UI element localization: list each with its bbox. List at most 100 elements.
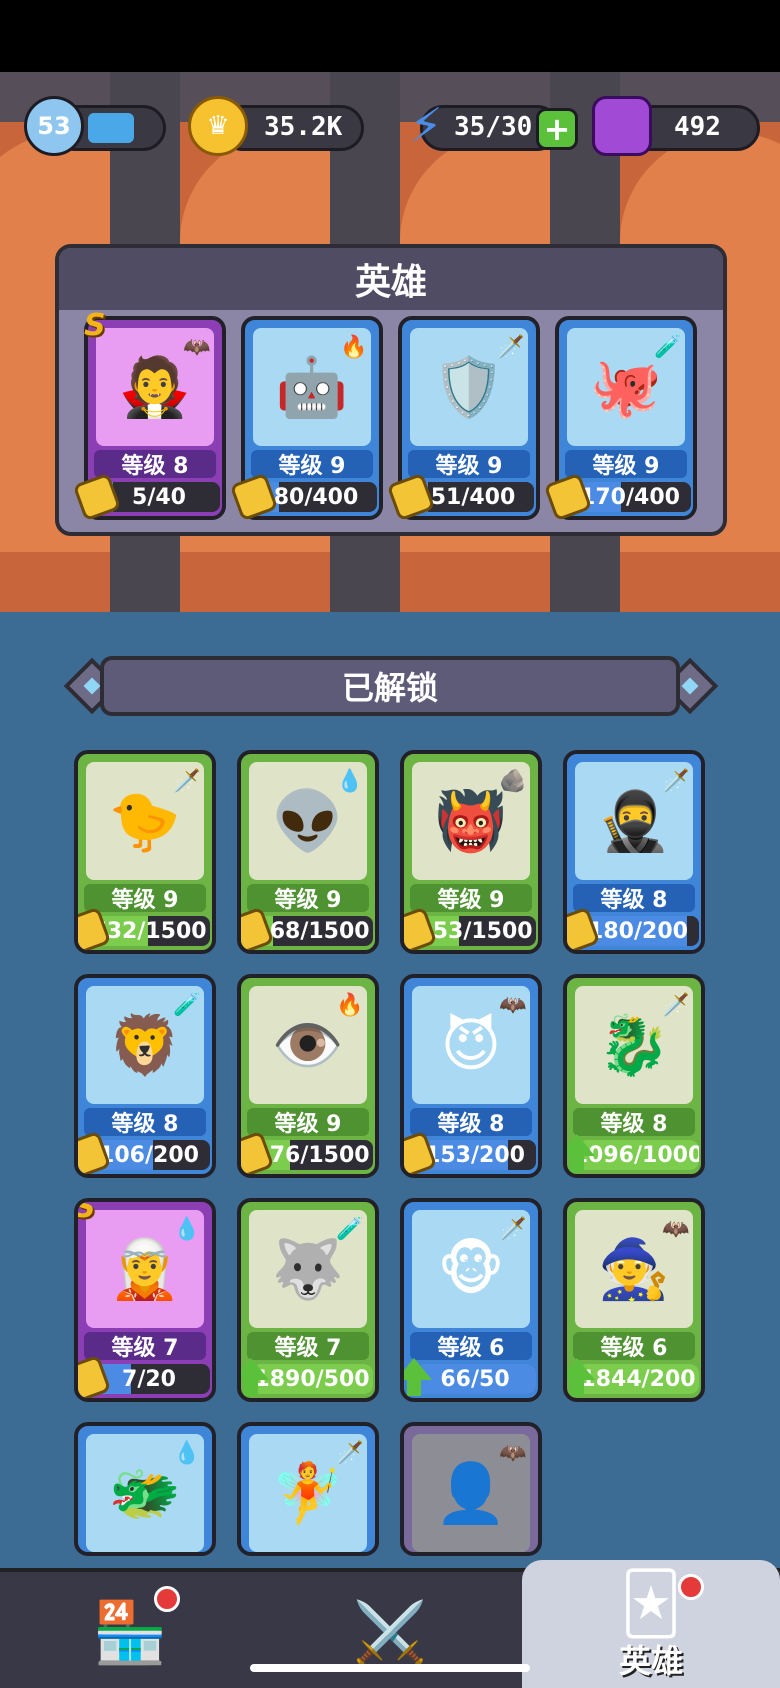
sword-class-icon: 🗡️ [497, 334, 525, 360]
hero-level: 等级 8 [573, 884, 695, 913]
hero-level: 等级 6 [410, 1332, 532, 1361]
nav-tab-heroes[interactable]: 🃏 英雄 [522, 1560, 780, 1688]
hero-level: 等级 9 [408, 450, 530, 479]
shard-progress-text: 5/40 [132, 484, 186, 510]
hero-card[interactable]: 🐤 🗡️ 等级 9 732/1500 [74, 750, 216, 954]
shard-progress-text: 80/400 [273, 484, 359, 510]
unlocked-title: 已解锁 [100, 656, 680, 716]
hero-card[interactable]: 🥷 🗡️ 等级 8 180/200 [563, 750, 705, 954]
player-level: 53 [37, 112, 71, 140]
hero-level: 等级 8 [84, 1108, 206, 1137]
puzzle-piece-icon [241, 1130, 275, 1174]
sword-class-icon: 🗡️ [336, 1440, 364, 1466]
rarity-badge: S [74, 1198, 96, 1225]
puzzle-piece-icon [78, 906, 112, 950]
upgrade-arrow-icon [567, 1134, 595, 1172]
bat-class-icon: 🦇 [499, 1440, 527, 1466]
hero-card[interactable]: 🐙 🧪 等级 9 170/400 [543, 316, 697, 522]
hero-cards-icon: 🃏 [620, 1569, 682, 1639]
heroes-notification-dot [678, 1574, 704, 1600]
hero-card[interactable]: 🐵 🗡️ 等级 6 66/50 [400, 1198, 542, 1402]
plus-icon: + [543, 110, 571, 148]
shard-progress-bar: 1890/500 [251, 1364, 373, 1394]
hero-card[interactable]: 🛡️ 🗡️ 等级 9 51/400 [386, 316, 540, 522]
water-class-icon: 💧 [173, 1216, 201, 1242]
hero-card[interactable]: 🦁 🧪 等级 8 106/200 [74, 974, 216, 1178]
hero-card[interactable]: 🐉 🗡️ 等级 8 1096/1000 [563, 974, 705, 1178]
water-class-icon: 💧 [173, 1440, 201, 1466]
shard-progress-text: 66/50 [440, 1366, 510, 1392]
puzzle-piece-icon [567, 906, 601, 950]
bat-class-icon: 🦇 [499, 992, 527, 1018]
add-energy-button[interactable]: + [536, 108, 578, 150]
hero-level: 等级 8 [410, 1108, 532, 1137]
shard-progress-text: 1890/500 [254, 1366, 370, 1392]
potion-class-icon: 🧪 [173, 992, 201, 1018]
fire-class-icon: 🔥 [336, 992, 364, 1018]
hero-level: 等级 6 [573, 1332, 695, 1361]
puzzle-piece-icon [78, 1130, 112, 1174]
nav-tab-heroes-label: 英雄 [618, 1642, 683, 1680]
hero-card[interactable]: 🧝 💧 S 等级 7 7/20 [74, 1198, 216, 1402]
puzzle-piece-icon [404, 1130, 438, 1174]
hero-card[interactable]: 👤 🦇 [400, 1422, 542, 1556]
nav-tab-shop[interactable]: 🏪 [40, 1572, 220, 1688]
shard-progress-bar: 1844/200 [577, 1364, 699, 1394]
sword-class-icon: 🗡️ [662, 992, 690, 1018]
energy-amount: 35/30 [454, 112, 533, 142]
upgrade-arrow-icon [404, 1358, 432, 1396]
shard-progress-bar: 66/50 [414, 1364, 536, 1394]
hero-card[interactable]: 🐲 💧 [74, 1422, 216, 1556]
hero-level: 等级 8 [573, 1108, 695, 1137]
sword-class-icon: 🗡️ [173, 768, 201, 794]
puzzle-piece-icon [241, 906, 275, 950]
upgrade-arrow-icon [241, 1358, 269, 1396]
team-panel-title: 英雄 [59, 248, 723, 310]
lightning-icon: ⚡ [409, 98, 443, 154]
fire-class-icon: 🔥 [340, 334, 368, 360]
water-class-icon: 💧 [336, 768, 364, 794]
gem-icon [592, 96, 652, 156]
hero-card[interactable]: 😈 🦇 等级 8 153/200 [400, 974, 542, 1178]
hero-card[interactable]: 👽 💧 等级 9 268/1500 [237, 750, 379, 954]
sword-class-icon: 🗡️ [499, 1216, 527, 1242]
shop-notification-dot [154, 1586, 180, 1612]
hero-avatar-icon: 🐵 [437, 1235, 505, 1303]
hero-card[interactable]: 👹 🪨 等级 9 553/1500 [400, 750, 542, 954]
hero-level: 等级 9 [84, 884, 206, 913]
rock-class-icon: 🪨 [499, 768, 527, 794]
hero-level: 等级 7 [84, 1332, 206, 1361]
potion-class-icon: 🧪 [654, 334, 682, 360]
hero-level: 等级 9 [247, 1108, 369, 1137]
home-indicator [250, 1664, 530, 1672]
hero-card[interactable]: 👁️ 🔥 等级 9 476/1500 [237, 974, 379, 1178]
hero-level: 等级 7 [247, 1332, 369, 1361]
hero-card[interactable]: 🤖 🔥 等级 9 80/400 [229, 316, 383, 522]
bat-class-icon: 🦇 [183, 334, 211, 360]
upgrade-arrow-icon [567, 1358, 595, 1396]
hero-card[interactable]: 🧛 🦇 S 等级 8 5/40 [72, 308, 226, 522]
hero-level: 等级 9 [247, 884, 369, 913]
shard-progress-bar: 1096/1000 [577, 1140, 699, 1170]
shard-progress-text: 1096/1000 [577, 1142, 699, 1168]
level-shield-icon: 53 [24, 96, 84, 156]
hero-level: 等级 9 [251, 450, 373, 479]
puzzle-piece-icon [78, 1354, 112, 1398]
shard-progress-text: 180/200 [588, 918, 688, 944]
hero-level: 等级 8 [94, 450, 216, 479]
gold-amount: 35.2K [264, 112, 343, 142]
shard-progress-text: 51/400 [430, 484, 516, 510]
status-bar-area [0, 0, 780, 72]
hero-level: 等级 9 [410, 884, 532, 913]
hero-card[interactable]: 🐺 🧪 等级 7 1890/500 [237, 1198, 379, 1402]
rarity-badge: S [84, 308, 106, 343]
bat-class-icon: 🦇 [662, 1216, 690, 1242]
hero-card[interactable]: 🧚 🗡️ [237, 1422, 379, 1556]
gems-amount: 492 [674, 112, 721, 142]
shard-progress-text: 1844/200 [580, 1366, 696, 1392]
puzzle-piece-icon [404, 906, 438, 950]
crown-icon: ♛ [188, 96, 248, 156]
hero-card[interactable]: 🧙 🦇 等级 6 1844/200 [563, 1198, 705, 1402]
crossed-swords-icon: ⚔️ [352, 1597, 428, 1668]
sword-class-icon: 🗡️ [662, 768, 690, 794]
